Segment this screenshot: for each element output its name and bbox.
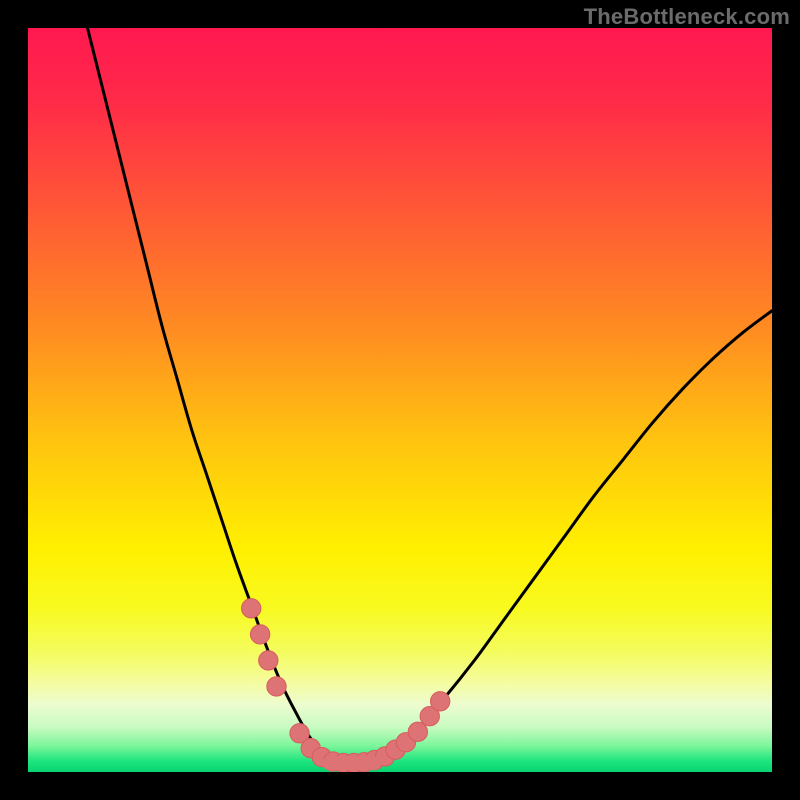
gradient-background: [28, 28, 772, 772]
chart-frame: TheBottleneck.com: [0, 0, 800, 800]
attribution-label: TheBottleneck.com: [584, 4, 790, 30]
plot-area: [28, 28, 772, 772]
